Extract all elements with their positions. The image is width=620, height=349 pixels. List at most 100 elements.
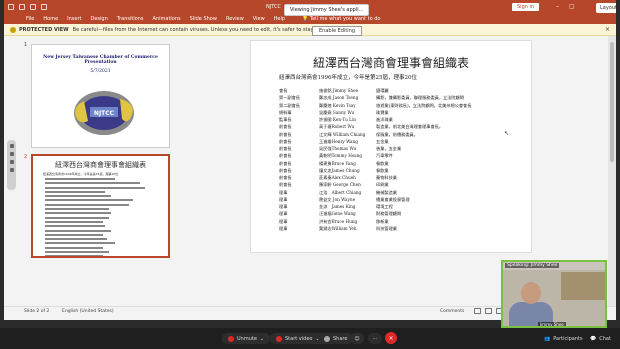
muted-mic-icon: [228, 335, 234, 342]
member-title: 前會長: [279, 138, 292, 144]
language-indicator[interactable]: English (United States): [62, 309, 114, 314]
tab-animations[interactable]: Animations: [153, 16, 181, 22]
tab-review[interactable]: Review: [226, 16, 244, 22]
maximize-icon[interactable]: ▢: [569, 3, 575, 10]
member-affiliation: 盟環麗: [376, 88, 389, 93]
tab-transitions[interactable]: Transitions: [117, 16, 144, 22]
undo-icon[interactable]: [30, 4, 36, 10]
member-name: 金涼 James King: [319, 204, 356, 209]
slide-thumbnail-2[interactable]: 紐澤西台灣商會理事會組織表 紐澤西台灣商會1996年成立，今年是第25屆，理事2…: [31, 154, 170, 258]
member-affiliation: 餐飲業: [376, 167, 389, 173]
speaker-video-tile[interactable]: Speaking: Jimmy Shee Jimmy Shee: [501, 260, 607, 328]
member-affiliation: 攝影，兼攝影委員，聯理服務委員，立法院顧問: [376, 95, 464, 101]
enable-editing-button[interactable]: Enable Editing: [312, 26, 363, 36]
member-name: 詹益文 Jon Wayne: [319, 196, 356, 202]
eraser-icon[interactable]: [9, 152, 14, 156]
speaker-head: [521, 282, 541, 304]
close-icon[interactable]: ×: [605, 26, 610, 33]
participant-name: Jimmy Shee: [538, 322, 566, 327]
member-title: 第一副會長: [279, 95, 300, 101]
vertical-scrollbar[interactable]: [608, 36, 616, 306]
zoom-layout-button[interactable]: Layout: [596, 3, 616, 13]
participants-label: Participants: [553, 335, 583, 342]
comments-button[interactable]: Comments: [440, 309, 464, 314]
tell-me-label: Tell me what you want to do: [309, 16, 381, 22]
thumbnail-text-line: [45, 190, 105, 193]
thumbnail-text-line: [45, 229, 111, 232]
participants-button[interactable]: 👥 Participants: [538, 333, 589, 344]
redo-icon[interactable]: [41, 4, 47, 10]
tab-home[interactable]: Home: [43, 16, 58, 22]
tab-help[interactable]: Help: [274, 16, 285, 22]
chat-button[interactable]: 💬 Chat: [584, 333, 617, 344]
scrollbar-thumb[interactable]: [610, 42, 614, 162]
reactions-button[interactable]: ☺: [350, 333, 364, 344]
video-shelf: [561, 272, 605, 300]
member-name: 葉銷志William Yeh: [319, 225, 357, 231]
member-title: 總幹事: [279, 109, 292, 115]
unmute-button[interactable]: Unmute ⌄: [222, 333, 271, 344]
thumbnail-text-line: [45, 212, 111, 215]
thumbnail-text-line: [45, 220, 103, 223]
thumbnail-text-line: [45, 216, 109, 219]
zoom-in-icon[interactable]: [9, 168, 14, 172]
autosave-icon[interactable]: [8, 4, 14, 10]
slide-thumbnail-panel: 1 New Jersey Taiwanese Chamber of Commer…: [4, 36, 182, 306]
pen-icon[interactable]: [9, 144, 14, 148]
viewing-banner[interactable]: Viewing Jimmy Shee's appli...: [284, 4, 370, 16]
more-button[interactable]: ⋯: [368, 333, 382, 344]
member-title: 理事: [279, 225, 288, 231]
member-name: 楊建勇Bruce Yang: [319, 160, 356, 166]
tab-insert[interactable]: Insert: [67, 16, 81, 22]
slide-title: 紐澤西台灣商會理事會組織表: [312, 56, 469, 70]
member-affiliation: 印刷業: [376, 182, 389, 188]
smile-icon: ☺: [354, 335, 360, 342]
sign-in-button[interactable]: Sign in: [512, 3, 540, 11]
tell-me-search[interactable]: 💡 Tell me what you want to do: [302, 16, 380, 22]
member-title: 理事: [279, 218, 288, 224]
thumbnail-text-line: [45, 255, 103, 256]
member-name: 施俊銘 Jimmy Shee: [319, 88, 359, 93]
member-affiliation: 餐飲業: [376, 160, 389, 166]
annotation-tools: [7, 140, 16, 190]
member-name: 鄭慶煌 Kevin Tsay: [319, 102, 356, 108]
normal-view-icon[interactable]: [474, 308, 481, 314]
thumbnail-text-line: [45, 178, 115, 180]
chevron-down-icon[interactable]: ⌄: [260, 336, 264, 342]
window-controls: – ▢: [556, 3, 575, 10]
pointer-icon[interactable]: [9, 160, 14, 164]
minimize-icon[interactable]: –: [556, 3, 559, 10]
member-title: 第二副會長: [279, 102, 300, 108]
protected-view-label: PROTECTED VIEW: [19, 26, 69, 33]
member-name: 洪有宜Bruce Hung: [319, 218, 358, 224]
lightbulb-icon: 💡: [302, 16, 309, 22]
end-call-button[interactable]: ×: [385, 332, 397, 344]
thumbnail-text-line: [45, 203, 129, 206]
member-affiliation: 珠寶業: [376, 109, 389, 115]
share-button[interactable]: Share: [318, 333, 354, 344]
member-title: 會長: [279, 88, 288, 93]
share-label: Share: [333, 335, 348, 342]
tab-slide-show[interactable]: Slide Show: [190, 16, 217, 22]
tab-design[interactable]: Design: [90, 16, 107, 22]
member-affiliation: 進洋珠業: [376, 117, 393, 122]
thumbnail-text-line: [45, 186, 145, 189]
member-affiliation: 機械製造業: [376, 189, 397, 195]
slide-thumbnail-1[interactable]: New Jersey Taiwanese Chamber of Commerce…: [31, 44, 170, 148]
start-video-label: Start video: [285, 335, 313, 342]
save-icon[interactable]: [19, 4, 25, 10]
member-affiliation: 僑業會業投資管理: [376, 196, 410, 202]
tab-view[interactable]: View: [253, 16, 265, 22]
member-title: 前會長: [279, 124, 292, 130]
participants-icon: 👥: [544, 335, 551, 342]
member-name: 莊素秦Alex Chueh: [319, 175, 356, 180]
document-title: NJTCC: [266, 4, 281, 10]
thumbnail-text-line: [45, 182, 140, 185]
thumbnail-title: 紐澤西台灣商會理事會組織表: [55, 161, 146, 169]
member-name: 鄭忠成 Jason Tseng: [319, 95, 359, 101]
view-buttons: [474, 308, 503, 314]
slide-canvas[interactable]: 紐澤西台灣商會理事會組織表 紐澤西台灣商會1996年成立，今年是第25屆，理事2…: [250, 40, 532, 253]
shield-icon: [10, 26, 16, 33]
tab-file[interactable]: File: [26, 16, 34, 22]
slide-sorter-icon[interactable]: [485, 308, 492, 314]
